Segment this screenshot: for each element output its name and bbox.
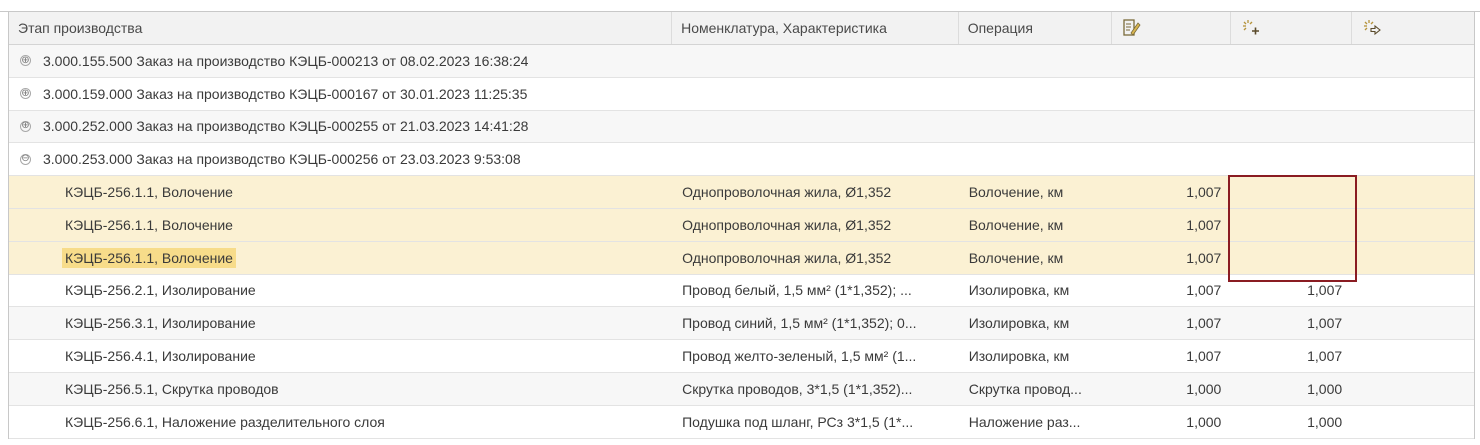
quantity-cell: 1,000 [1186,413,1222,430]
table-row[interactable]: ⊕ 3.000.159.000 Заказ на производство КЭ… [9,77,1474,111]
transfer-cell[interactable] [1352,275,1474,307]
sparkle-add-icon [1240,18,1262,38]
expand-icon[interactable]: ⊕ [20,55,31,67]
nomenclature-cell: Подушка под шланг, РСз 3*1,5 (1*... [682,413,914,430]
top-divider [0,0,1480,12]
added-cell[interactable]: 1,007 [1231,307,1352,339]
quantity-cell: 1,007 [1186,184,1222,201]
column-header-nomenclature[interactable]: Номенклатура, Характеристика [672,12,959,44]
column-header-operation[interactable]: Операция [959,12,1113,44]
table-row[interactable]: ⊕ 3.000.252.000 Заказ на производство КЭ… [9,110,1474,144]
stage-cell: КЭЦБ-256.1.1, Волочение [65,184,233,201]
stage-cell: КЭЦБ-256.1.1, Волочение [65,216,233,233]
table-row[interactable]: КЭЦБ-256.6.1, Наложение разделительного … [9,405,1474,439]
group-title: 3.000.252.000 Заказ на производство КЭЦБ… [43,118,529,135]
table-header: Этап производства Номенклатура, Характер… [9,12,1474,45]
operation-cell: Наложение раз... [968,413,1081,430]
collapse-icon[interactable]: ⊖ [20,153,31,165]
stage-cell: КЭЦБ-256.4.1, Изолирование [65,348,256,365]
stage-cell[interactable]: КЭЦБ-256.1.1, Волочение [9,242,672,274]
nomenclature-cell: Провод желто-зеленый, 1,5 мм² (1... [682,348,917,365]
nomenclature-cell: Скрутка проводов, 3*1,5 (1*1,352)... [682,380,913,397]
column-header-add[interactable] [1231,12,1353,44]
operation-cell: Волочение, км [968,249,1064,266]
column-header-edit[interactable] [1112,12,1232,44]
table-row[interactable]: ⊖ 3.000.253.000 Заказ на производство КЭ… [9,143,1474,177]
expand-icon[interactable]: ⊕ [20,120,31,132]
transfer-cell[interactable] [1352,242,1474,274]
sparkle-arrow-icon [1361,18,1383,38]
added-cell[interactable]: 1,000 [1231,373,1352,405]
quantity-cell: 1,007 [1186,348,1222,365]
transfer-cell[interactable] [1352,176,1474,208]
operation-cell: Изолировка, км [968,348,1070,365]
group-title: 3.000.159.000 Заказ на производство КЭЦБ… [43,85,528,102]
quantity-cell: 1,007 [1186,315,1222,332]
transfer-cell[interactable] [1352,307,1474,339]
transfer-cell[interactable] [1352,209,1474,241]
expand-icon[interactable]: ⊕ [20,88,31,100]
added-cell[interactable]: 1,007 [1231,340,1352,372]
operation-cell: Изолировка, км [968,282,1070,299]
stage-cell: КЭЦБ-256.3.1, Изолирование [65,315,256,332]
added-cell[interactable]: 1,000 [1231,406,1352,438]
nomenclature-cell: Однопроволочная жила, Ø1,352 [682,249,892,266]
highlight-frame [1228,175,1357,282]
stage-cell: КЭЦБ-256.6.1, Наложение разделительного … [65,413,385,430]
table-row[interactable]: ⊕ 3.000.155.500 Заказ на производство КЭ… [9,45,1474,78]
column-header-stage[interactable]: Этап производства [9,12,673,44]
stage-cell: КЭЦБ-256.2.1, Изолирование [65,282,256,299]
nomenclature-cell: Однопроволочная жила, Ø1,352 [682,216,892,233]
operation-cell: Волочение, км [968,216,1064,233]
current-cell-highlight: КЭЦБ-256.1.1, Волочение [62,247,236,268]
group-title: 3.000.155.500 Заказ на производство КЭЦБ… [43,52,529,69]
edit-doc-icon [1121,18,1142,38]
transfer-cell[interactable] [1352,406,1474,438]
table-row[interactable]: КЭЦБ-256.3.1, Изолирование Провод синий,… [9,307,1474,341]
nomenclature-cell: Однопроволочная жила, Ø1,352 [682,184,892,201]
nomenclature-cell: Провод синий, 1,5 мм² (1*1,352); 0... [682,315,917,332]
table-row[interactable]: КЭЦБ-256.5.1, Скрутка проводов Скрутка п… [9,372,1474,406]
operation-cell: Скрутка провод... [968,380,1082,397]
table-row[interactable]: КЭЦБ-256.4.1, Изолирование Провод желто-… [9,340,1474,373]
quantity-cell: 1,007 [1186,216,1222,233]
stage-cell: КЭЦБ-256.5.1, Скрутка проводов [65,380,279,397]
quantity-cell: 1,007 [1186,282,1222,299]
transfer-cell[interactable] [1352,340,1474,372]
group-title: 3.000.253.000 Заказ на производство КЭЦБ… [43,151,521,168]
operation-cell: Волочение, км [968,184,1064,201]
operation-cell: Изолировка, км [968,315,1070,332]
column-header-transfer[interactable] [1352,12,1474,44]
transfer-cell[interactable] [1352,373,1474,405]
quantity-cell: 1,007 [1186,249,1222,266]
nomenclature-cell: Провод белый, 1,5 мм² (1*1,352); ... [682,282,912,299]
quantity-cell: 1,000 [1186,380,1222,397]
